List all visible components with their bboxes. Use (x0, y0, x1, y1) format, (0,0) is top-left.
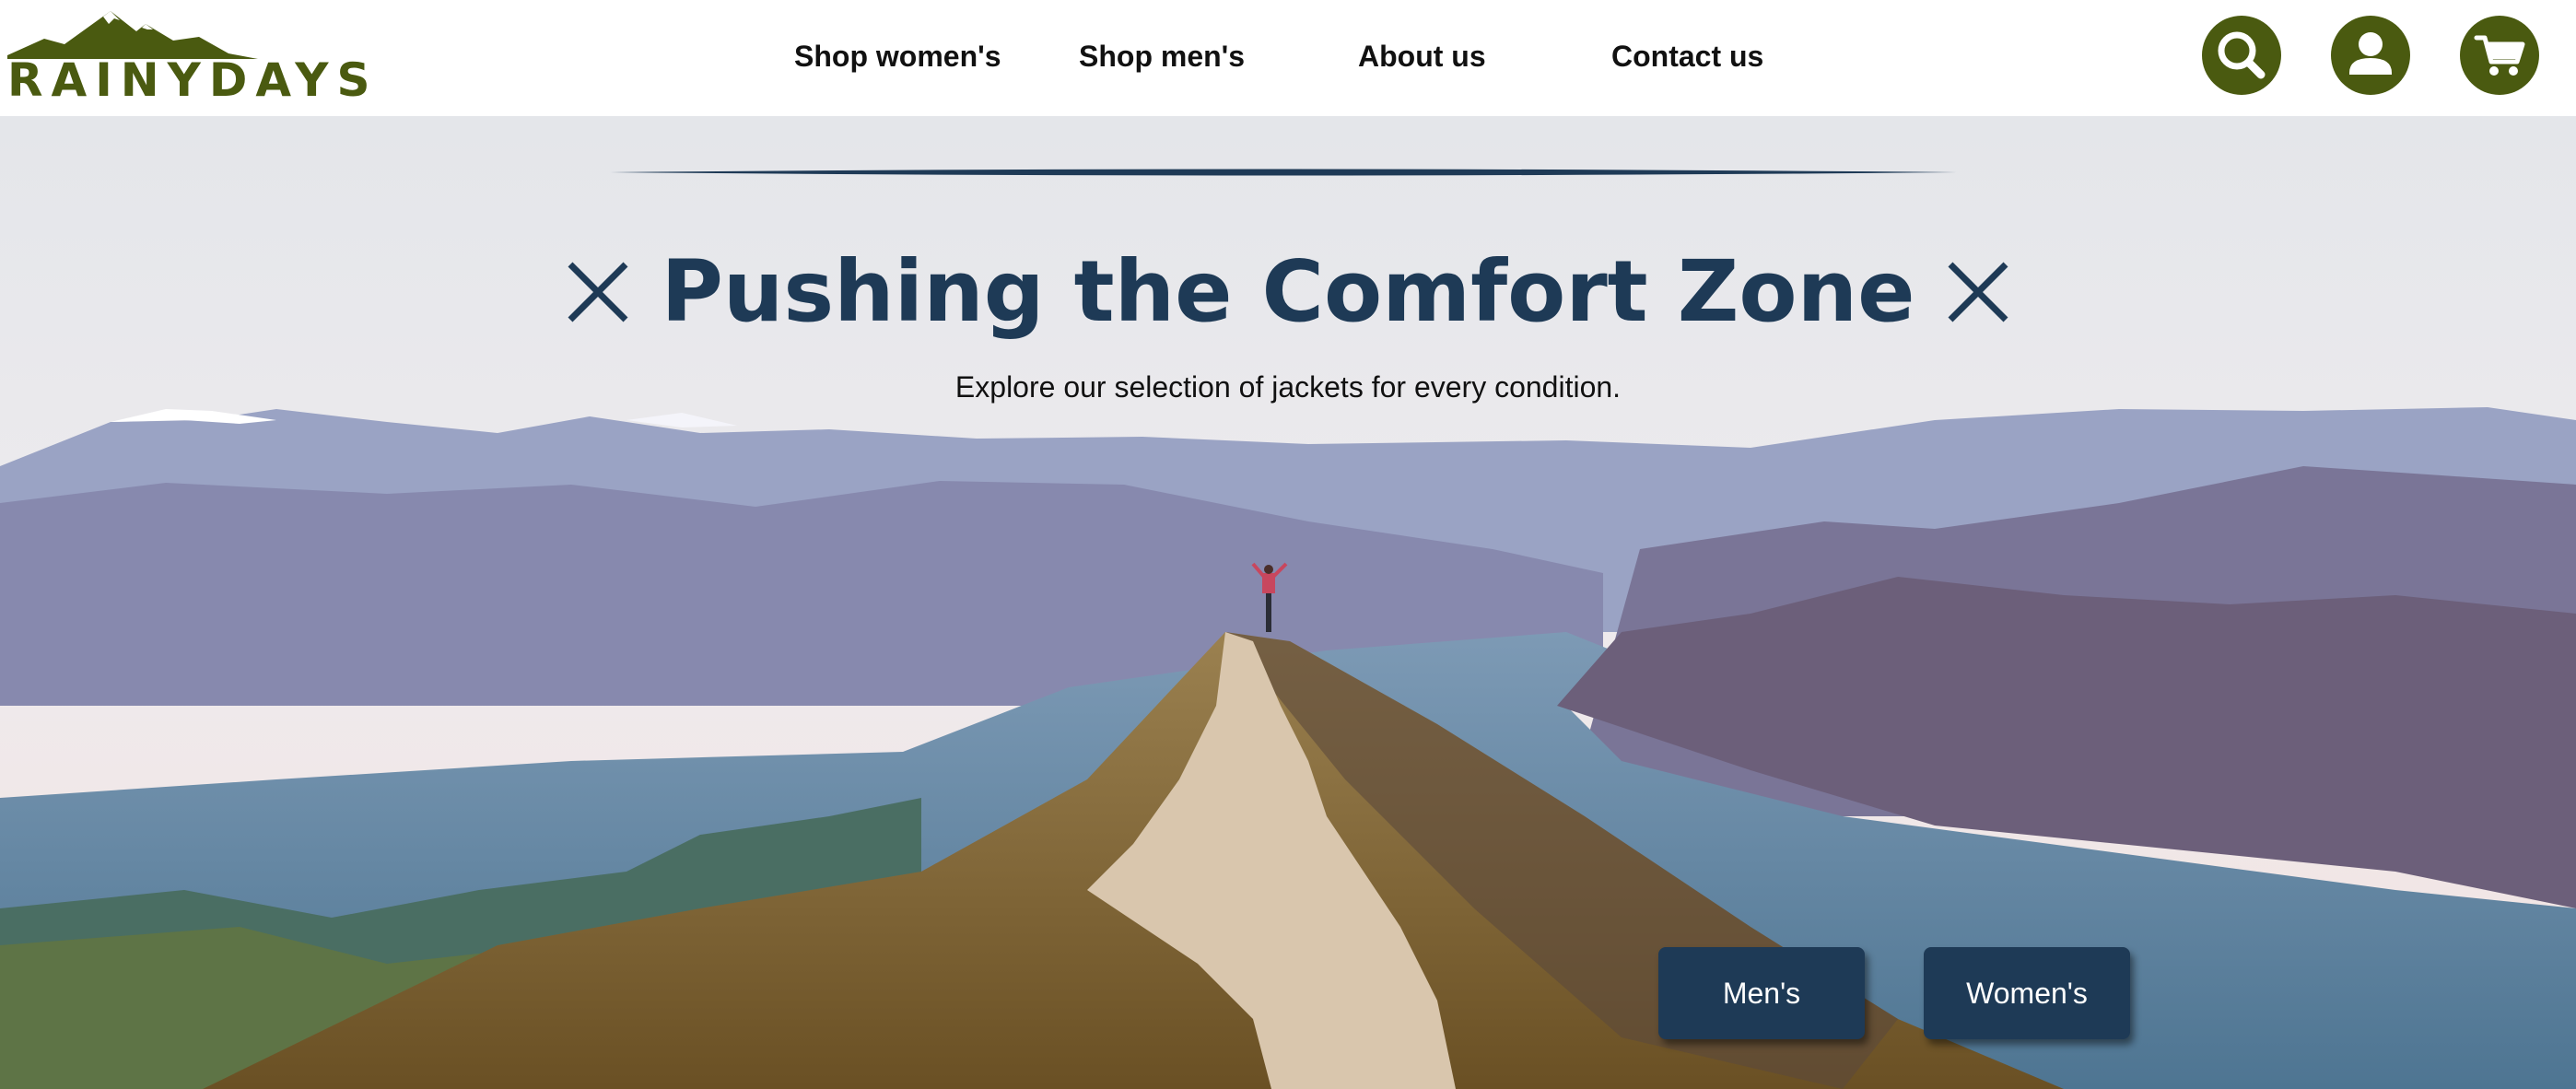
hero-title-row: Pushing the Comfort Zone (0, 241, 2576, 343)
hero-section: Pushing the Comfort Zone Explore our sel… (0, 116, 2576, 1089)
nav-shop-womens[interactable]: Shop women's (794, 33, 1001, 79)
cart-icon (2474, 35, 2525, 76)
x-decoration-icon (1948, 262, 2008, 322)
account-button[interactable] (2331, 16, 2410, 95)
search-button[interactable] (2202, 16, 2281, 95)
site-header: RAINYDAYS Shop women's Shop men's About … (0, 0, 2576, 116)
nav-about-us[interactable]: About us (1358, 33, 1486, 79)
hero-title: Pushing the Comfort Zone (661, 242, 1915, 341)
nav-shop-mens[interactable]: Shop men's (1079, 33, 1245, 79)
hero-subtitle: Explore our selection of jackets for eve… (954, 370, 1622, 404)
x-decoration-icon (568, 262, 628, 322)
cart-button[interactable] (2460, 16, 2539, 95)
account-icon (2349, 32, 2392, 75)
womens-button[interactable]: Women's (1924, 947, 2130, 1039)
nav-contact-us[interactable]: Contact us (1611, 33, 1763, 79)
search-icon (2218, 31, 2266, 79)
main-nav: Shop women's Shop men's About us Contact… (0, 33, 2576, 79)
hero-divider-line (610, 169, 1957, 176)
mens-button[interactable]: Men's (1658, 947, 1865, 1039)
